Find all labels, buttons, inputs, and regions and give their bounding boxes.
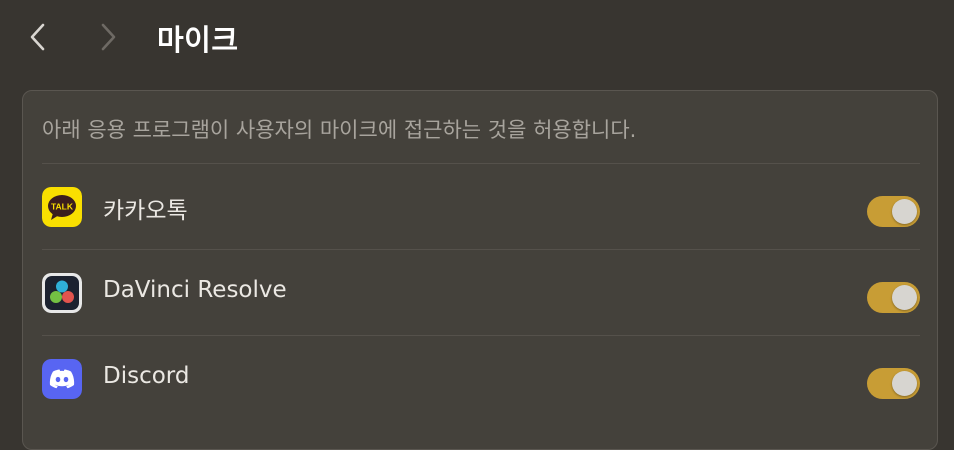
- kakaotalk-microphone-toggle[interactable]: [867, 196, 920, 227]
- chevron-left-icon: [30, 23, 45, 51]
- app-name: Discord: [103, 363, 190, 389]
- app-row-davinci-resolve: DaVinci Resolve: [23, 249, 939, 335]
- davinci-resolve-microphone-toggle[interactable]: [867, 282, 920, 313]
- back-button[interactable]: [22, 22, 52, 52]
- app-name: DaVinci Resolve: [103, 277, 287, 303]
- page-title: 마이크: [157, 23, 239, 57]
- app-row-discord: Discord: [23, 335, 939, 421]
- forward-button[interactable]: [94, 22, 124, 52]
- toggle-knob: [892, 285, 917, 310]
- app-row-kakaotalk: TALK 카카오톡: [23, 163, 939, 249]
- toggle-knob: [892, 199, 917, 224]
- toggle-knob: [892, 371, 917, 396]
- panel-description: 아래 응용 프로그램이 사용자의 마이크에 접근하는 것을 허용합니다.: [42, 118, 637, 142]
- microphone-permissions-panel: 아래 응용 프로그램이 사용자의 마이크에 접근하는 것을 허용합니다. TAL…: [22, 90, 938, 450]
- discord-microphone-toggle[interactable]: [867, 368, 920, 399]
- toolbar: 마이크: [0, 0, 954, 76]
- davinci-resolve-icon: [42, 273, 82, 313]
- kakaotalk-icon: TALK: [42, 187, 82, 227]
- app-name: 카카오톡: [103, 198, 188, 224]
- chevron-right-icon: [101, 23, 116, 51]
- discord-icon: [42, 359, 82, 399]
- svg-text:TALK: TALK: [51, 202, 74, 212]
